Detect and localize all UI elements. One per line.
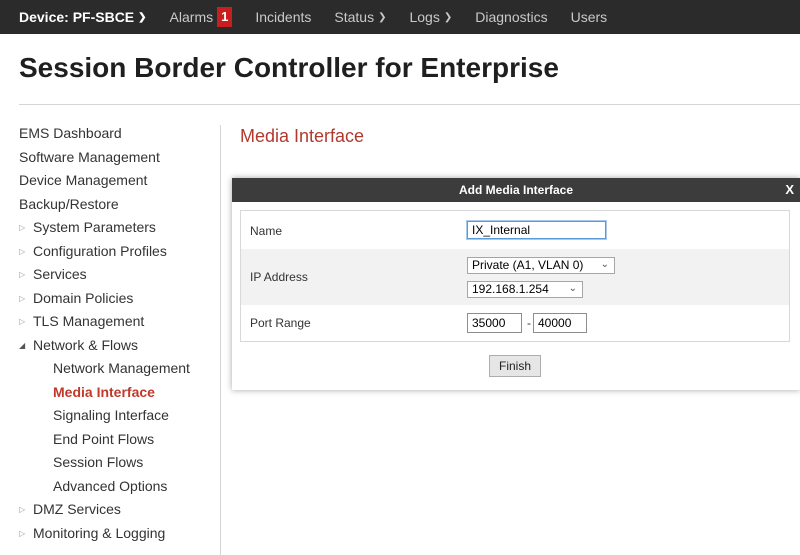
- port-range-label: Port Range: [250, 316, 311, 330]
- device-selector[interactable]: Device: PF-SBCE ❯: [19, 9, 147, 25]
- port-range-separator: -: [527, 316, 531, 330]
- dialog-header: Add Media Interface X: [232, 178, 800, 202]
- sidebar-item-tls-management[interactable]: ▷ TLS Management: [19, 313, 144, 329]
- nav-logs-label: Logs: [409, 9, 440, 25]
- triangle-right-icon: ▷: [19, 269, 26, 279]
- sidebar-item-network-management[interactable]: Network Management: [53, 360, 190, 376]
- sidebar-item-label: Configuration Profiles: [33, 243, 167, 259]
- top-nav-bar: Device: PF-SBCE ❯ Alarms 1 Incidents Sta…: [0, 0, 800, 34]
- alarm-count-badge: 1: [217, 7, 233, 27]
- ip-network-select[interactable]: Private (A1, VLAN 0) ⌄: [467, 257, 615, 274]
- chevron-down-icon: ⌄: [600, 259, 609, 270]
- name-label: Name: [250, 224, 283, 238]
- header-divider: [19, 104, 800, 105]
- nav-status-label: Status: [334, 9, 375, 25]
- chevron-down-icon: ❯: [138, 11, 147, 23]
- sidebar-item-ems-dashboard[interactable]: EMS Dashboard: [19, 125, 122, 141]
- device-label: Device: PF-SBCE: [19, 9, 135, 25]
- chevron-down-icon: ❯: [443, 11, 453, 23]
- sidebar-item-label: System Parameters: [33, 219, 156, 235]
- sidebar-item-system-parameters[interactable]: ▷ System Parameters: [19, 219, 156, 235]
- sidebar-item-advanced-options[interactable]: Advanced Options: [53, 478, 167, 494]
- sidebar-item-session-flows[interactable]: Session Flows: [53, 454, 143, 470]
- nav-alarms[interactable]: Alarms 1: [170, 7, 233, 27]
- nav-logs[interactable]: Logs ❯: [409, 9, 452, 25]
- nav-incidents[interactable]: Incidents: [255, 9, 311, 25]
- sidebar-item-label: Monitoring & Logging: [33, 525, 166, 541]
- port-end-input[interactable]: [533, 313, 587, 333]
- add-media-interface-dialog: Add Media Interface X Name IP Address Pr…: [232, 178, 800, 390]
- ip-address-select[interactable]: 192.168.1.254 ⌄: [467, 281, 583, 298]
- sidebar-item-network-flows[interactable]: ◢ Network & Flows: [19, 337, 138, 353]
- triangle-right-icon: ▷: [19, 504, 26, 514]
- sidebar-item-device-management[interactable]: Device Management: [19, 172, 147, 188]
- sidebar-item-domain-policies[interactable]: ▷ Domain Policies: [19, 290, 133, 306]
- sidebar-item-signaling-interface[interactable]: Signaling Interface: [53, 407, 169, 423]
- sidebar-divider: [220, 125, 221, 555]
- sidebar-item-backup-restore[interactable]: Backup/Restore: [19, 196, 119, 212]
- nav-users[interactable]: Users: [571, 9, 608, 25]
- sidebar-item-services[interactable]: ▷ Services: [19, 266, 87, 282]
- triangle-right-icon: ▷: [19, 316, 26, 326]
- dialog-title: Add Media Interface: [458, 183, 574, 197]
- sidebar-item-label: Network & Flows: [33, 337, 139, 353]
- finish-button[interactable]: Finish: [489, 355, 541, 377]
- close-icon[interactable]: X: [785, 178, 794, 202]
- ip-network-value: Private (A1, VLAN 0): [472, 258, 584, 272]
- main-section-title: Media Interface: [240, 126, 365, 146]
- port-start-input[interactable]: [467, 313, 522, 333]
- chevron-down-icon: ❯: [378, 11, 387, 23]
- page-title: Session Border Controller for Enterprise: [19, 52, 559, 83]
- nav-diagnostics[interactable]: Diagnostics: [475, 9, 547, 25]
- sidebar-item-label: Domain Policies: [33, 290, 134, 306]
- sidebar-item-monitoring-logging[interactable]: ▷ Monitoring & Logging: [19, 525, 165, 541]
- chevron-down-icon: ⌄: [568, 283, 577, 294]
- sidebar-item-label: TLS Management: [33, 313, 145, 329]
- triangle-down-icon: ◢: [19, 340, 26, 350]
- sidebar-item-media-interface[interactable]: Media Interface: [53, 384, 155, 400]
- sidebar-item-dmz-services[interactable]: ▷ DMZ Services: [19, 501, 121, 517]
- sidebar-item-software-management[interactable]: Software Management: [19, 149, 160, 165]
- nav-alarms-label: Alarms: [169, 9, 214, 25]
- triangle-right-icon: ▷: [19, 293, 26, 303]
- form-row-name: Name: [241, 211, 789, 249]
- sidebar-item-label: Services: [33, 266, 87, 282]
- sidebar-item-configuration-profiles[interactable]: ▷ Configuration Profiles: [19, 243, 167, 259]
- triangle-right-icon: ▷: [19, 246, 26, 256]
- triangle-right-icon: ▷: [19, 222, 26, 232]
- triangle-right-icon: ▷: [19, 528, 26, 538]
- sidebar-item-end-point-flows[interactable]: End Point Flows: [53, 431, 154, 447]
- sidebar-item-label: DMZ Services: [33, 501, 121, 517]
- name-input[interactable]: [467, 221, 606, 239]
- form-row-ip-address: IP Address Private (A1, VLAN 0) ⌄ 192.16…: [241, 249, 789, 305]
- ip-address-label: IP Address: [250, 270, 308, 284]
- form-table: Name IP Address Private (A1, VLAN 0) ⌄ 1…: [240, 210, 790, 342]
- nav-status[interactable]: Status ❯: [334, 9, 386, 25]
- ip-address-value: 192.168.1.254: [472, 282, 549, 296]
- form-row-port-range: Port Range -: [241, 305, 789, 341]
